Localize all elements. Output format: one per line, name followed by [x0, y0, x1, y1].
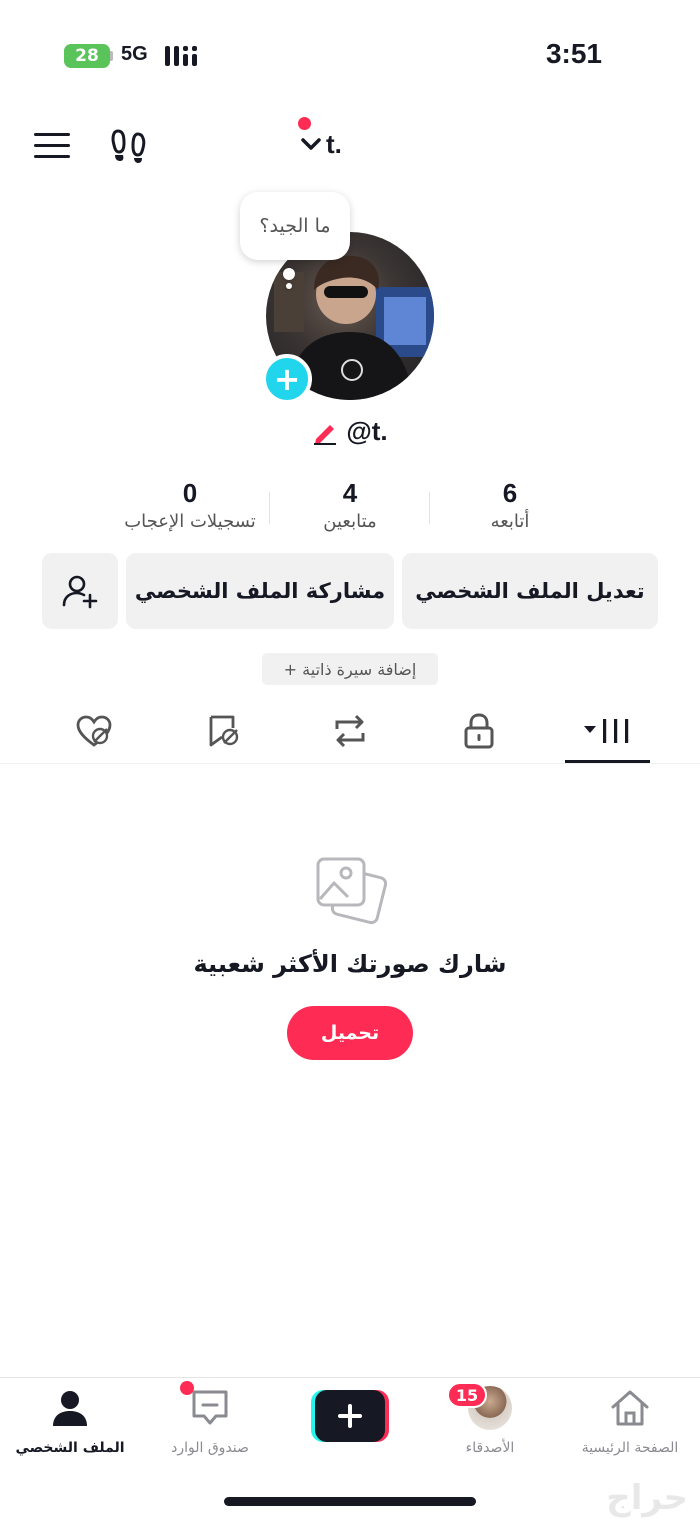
nav-friends-label: الأصدقاء	[465, 1440, 515, 1456]
inbox-notification-dot	[180, 1381, 194, 1395]
followers-count: 4	[342, 478, 358, 508]
tab-videos[interactable]	[578, 706, 638, 756]
edit-profile-button[interactable]: تعديل الملف الشخصي	[402, 553, 658, 629]
battery-level: 28	[75, 46, 99, 66]
liked-hidden-icon	[76, 715, 112, 747]
empty-state-title: شارك صورتك الأكثر شعبية	[193, 950, 507, 978]
add-friend-button[interactable]	[42, 553, 118, 629]
add-story-button[interactable]: +	[262, 354, 312, 404]
lock-icon	[464, 713, 494, 749]
battery-indicator: 28	[64, 44, 110, 68]
friends-badge: 15	[447, 1382, 487, 1408]
tab-private[interactable]	[449, 706, 509, 756]
nav-profile-label: الملف الشخصي	[15, 1440, 125, 1456]
signal-icon	[165, 46, 197, 66]
chevron-down-icon	[301, 138, 321, 150]
username-row: @t.	[0, 416, 700, 447]
tab-divider	[0, 763, 700, 764]
stat-likes[interactable]: 0 تسجيلات الإعجاب	[110, 478, 270, 542]
inbox-icon	[188, 1386, 232, 1430]
tab-liked[interactable]	[64, 706, 124, 756]
nav-friends[interactable]: الأصدقاء	[420, 1382, 560, 1462]
upload-button[interactable]: تحميل	[287, 1006, 413, 1060]
username: @t.	[346, 416, 388, 446]
home-indicator[interactable]	[224, 1497, 476, 1506]
favorites-icon	[209, 715, 239, 747]
following-label: أتابعه	[490, 511, 530, 532]
nav-inbox-label: صندوق الوارد	[171, 1440, 249, 1456]
battery-tip	[110, 51, 113, 61]
nav-divider	[0, 1377, 700, 1378]
nav-profile[interactable]: الملف الشخصي	[0, 1382, 140, 1462]
create-button[interactable]	[311, 1390, 389, 1442]
share-profile-button[interactable]: مشاركة الملف الشخصي	[126, 553, 394, 629]
footprint-icon[interactable]	[110, 128, 148, 164]
profile-icon	[48, 1386, 92, 1430]
likes-count: 0	[182, 478, 198, 508]
network-type: 5G	[121, 43, 148, 65]
following-count: 6	[502, 478, 518, 508]
add-user-icon	[62, 575, 98, 609]
bubble-tail-small	[286, 283, 292, 289]
repost-icon	[335, 714, 365, 748]
add-bio-button[interactable]: + إضافة سيرة ذاتية	[262, 653, 438, 685]
photos-icon	[316, 857, 388, 925]
tab-reposts[interactable]	[320, 706, 380, 756]
nav-home[interactable]: الصفحة الرئيسية	[560, 1382, 700, 1462]
watermark: حراج	[606, 1478, 688, 1518]
plus-icon: +	[273, 360, 301, 398]
nav-home-label: الصفحة الرئيسية	[581, 1440, 679, 1456]
account-switcher[interactable]: t.	[300, 122, 342, 166]
home-icon	[608, 1386, 652, 1430]
pencil-icon[interactable]	[312, 419, 340, 445]
nav-inbox[interactable]: صندوق الوارد	[140, 1382, 280, 1462]
bubble-tail	[283, 268, 295, 280]
stat-following[interactable]: 6 أتابعه	[430, 478, 590, 542]
status-time: 3:51	[545, 38, 602, 69]
followers-label: متابعين	[323, 511, 377, 532]
stat-followers[interactable]: 4 متابعين	[270, 478, 430, 542]
grid-icon	[584, 719, 629, 743]
thought-bubble[interactable]: ما الجيد؟	[240, 192, 350, 260]
hamburger-icon[interactable]	[34, 130, 70, 160]
profile-stats: 0 تسجيلات الإعجاب 4 متابعين 6 أتابعه	[110, 478, 590, 542]
account-name: t.	[326, 128, 342, 159]
likes-label: تسجيلات الإعجاب	[124, 511, 256, 532]
tab-favorites[interactable]	[193, 706, 253, 756]
thought-bubble-text: ما الجيد؟	[259, 215, 331, 237]
